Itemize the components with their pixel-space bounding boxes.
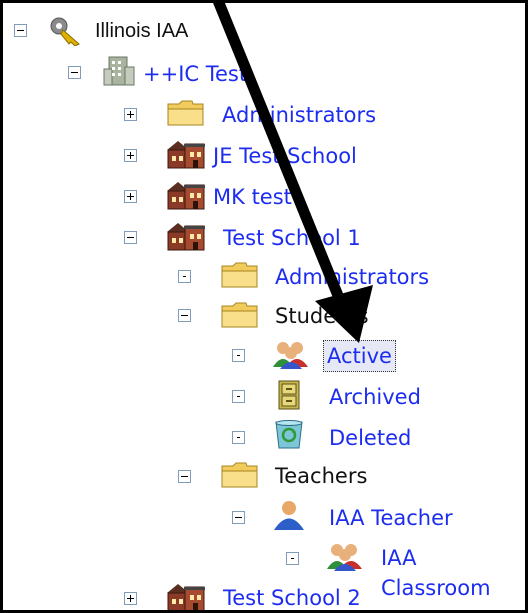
leaf-toggle-classroom[interactable] [286, 552, 299, 565]
active-label[interactable]: Active [323, 340, 396, 372]
collapse-toggle-school1[interactable] [124, 231, 137, 244]
collapse-toggle-root[interactable] [14, 24, 27, 37]
teachers-label[interactable]: Teachers [275, 461, 367, 491]
cabinet-icon [275, 379, 311, 410]
students-label[interactable]: Students [275, 301, 369, 331]
school-icon [165, 138, 205, 169]
leaf-toggle-deleted[interactable] [232, 431, 245, 444]
district-label[interactable]: ++IC Test [143, 59, 247, 89]
school1-label[interactable]: Test School 1 [223, 223, 361, 253]
collapse-toggle-teachers[interactable] [178, 470, 191, 483]
root-label[interactable]: Illinois IAA [95, 16, 188, 46]
administrators-top-label[interactable]: Administrators [222, 100, 376, 130]
school-icon [165, 581, 205, 610]
collapse-toggle-students[interactable] [178, 309, 191, 322]
collapse-toggle-teacher[interactable] [232, 511, 245, 524]
school-icon [165, 179, 205, 210]
folder-icon [221, 301, 258, 331]
folder-icon [221, 261, 258, 291]
archived-label[interactable]: Archived [329, 382, 421, 412]
expand-toggle-mk-test[interactable] [124, 190, 137, 203]
folder-icon [221, 461, 258, 491]
expand-toggle-administrators-top[interactable] [124, 108, 137, 121]
expand-toggle-school2[interactable] [124, 592, 137, 605]
deleted-label[interactable]: Deleted [329, 423, 411, 453]
leaf-toggle-admins[interactable] [178, 270, 191, 283]
users-icon [325, 541, 362, 571]
building-icon [101, 55, 137, 86]
keys-icon [47, 16, 83, 47]
folder-icon [167, 99, 204, 129]
leaf-toggle-active[interactable] [232, 349, 245, 362]
leaf-toggle-archived[interactable] [232, 390, 245, 403]
collapse-toggle-district[interactable] [68, 66, 81, 79]
school2-label[interactable]: Test School 2 [223, 583, 361, 610]
user-icon [271, 499, 307, 530]
users-icon [271, 339, 308, 369]
je-school-label[interactable]: JE Test School [213, 141, 357, 171]
mk-test-label[interactable]: MK test [213, 182, 292, 212]
school-icon [165, 220, 205, 251]
admins-label[interactable]: Administrators [275, 262, 429, 292]
tree-view-panel: Illinois IAA ++IC Test Administrators JE… [0, 0, 528, 613]
recycle-bin-icon [273, 419, 309, 449]
expand-toggle-je-school[interactable] [124, 149, 137, 162]
classroom-label[interactable]: IAA Classroom [381, 543, 525, 603]
teacher-label[interactable]: IAA Teacher [329, 503, 453, 533]
